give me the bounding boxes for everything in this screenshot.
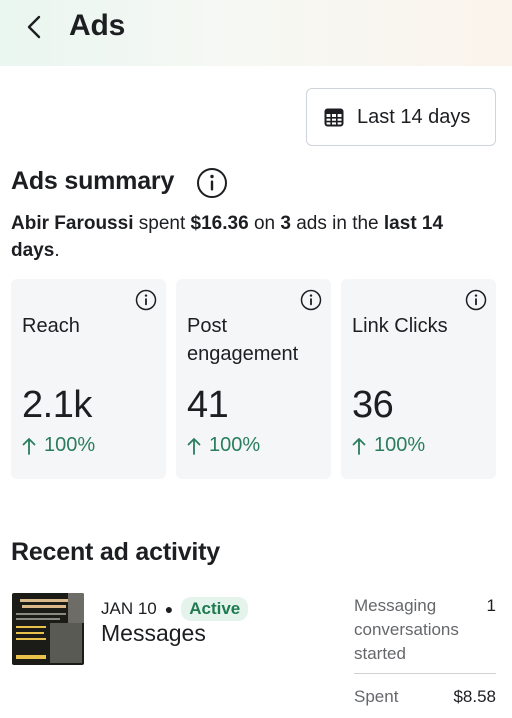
ad-thumbnail[interactable]	[12, 593, 84, 665]
summary-sentence: Abir Faroussi spent $16.36 on 3 ads in t…	[11, 210, 496, 264]
metric-change-value: 100%	[374, 434, 426, 456]
info-icon[interactable]	[300, 289, 322, 311]
page-title: Ads	[69, 9, 126, 42]
ad-count: 3	[280, 213, 291, 234]
metric-label: Link Clicks	[352, 315, 448, 337]
metric-card-post-engagement: Post engagement 41 100%	[176, 279, 331, 479]
metric-change: 100%	[22, 434, 95, 457]
metric-change: 100%	[352, 434, 425, 457]
metric-value: 2.1k	[22, 384, 92, 426]
spent-label: Spent	[354, 687, 399, 706]
stat-label: Messaging conversations started	[354, 596, 459, 663]
metric-label: Post engagement	[187, 315, 299, 365]
activity-meta: JAN 10 ● Active	[101, 597, 249, 621]
activity-date: JAN 10	[101, 599, 157, 618]
summary-title: Ads summary	[11, 167, 175, 195]
metric-card-reach: Reach 2.1k 100%	[11, 279, 166, 479]
metric-value: 41	[187, 384, 229, 426]
date-range-button[interactable]: Last 14 days	[306, 88, 496, 146]
metric-label: Reach	[22, 315, 80, 337]
back-button[interactable]	[22, 14, 46, 40]
status-badge: Active	[181, 597, 249, 621]
info-icon[interactable]	[465, 289, 487, 311]
metric-card-link-clicks: Link Clicks 36 100%	[341, 279, 496, 479]
metric-change-value: 100%	[44, 434, 96, 456]
account-name: Abir Faroussi	[11, 213, 134, 234]
chevron-left-icon	[27, 15, 41, 39]
activity-name[interactable]: Messages	[101, 620, 206, 647]
spent-value: $8.58	[453, 687, 496, 706]
date-range-label: Last 14 days	[357, 105, 471, 128]
arrow-up-icon	[187, 437, 201, 455]
summary-word: spent	[138, 213, 186, 234]
info-icon[interactable]	[196, 167, 228, 199]
metric-change-value: 100%	[209, 434, 261, 456]
calendar-icon	[324, 107, 344, 127]
info-icon[interactable]	[135, 289, 157, 311]
arrow-up-icon	[22, 437, 36, 455]
recent-activity-title: Recent ad activity	[11, 538, 220, 566]
metric-change: 100%	[187, 434, 260, 457]
spent-amount: $16.36	[190, 213, 249, 234]
summary-word: on	[253, 213, 276, 234]
summary-word: .	[54, 240, 60, 261]
separator-dot: ●	[164, 601, 174, 617]
divider	[354, 673, 496, 674]
header: Ads	[0, 0, 512, 66]
arrow-up-icon	[352, 437, 366, 455]
metric-value: 36	[352, 384, 394, 426]
stat-value: 1	[486, 596, 496, 615]
summary-word: ads in the	[296, 213, 379, 234]
